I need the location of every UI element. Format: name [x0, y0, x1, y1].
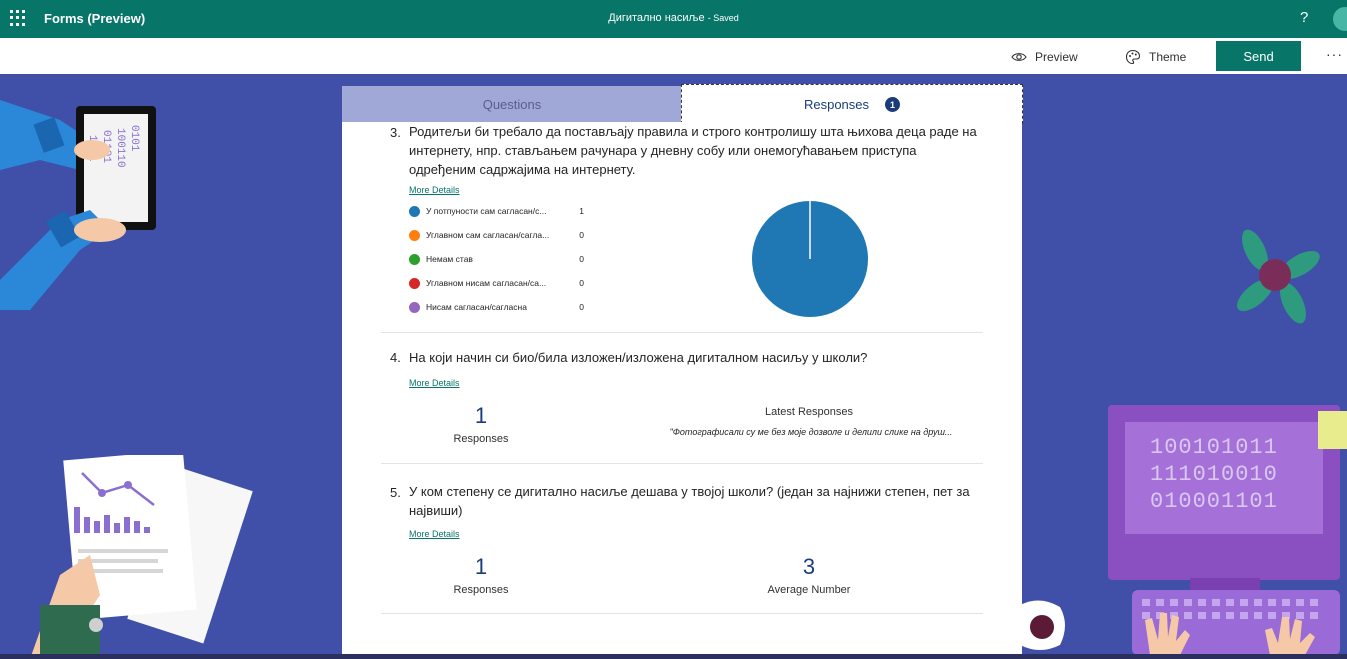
question-card: 3. Родитељи би требало да постављају пра… [381, 122, 983, 333]
theme-label: Theme [1149, 50, 1187, 64]
latest-responses-title: Latest Responses [764, 406, 854, 418]
preview-label: Preview [1035, 50, 1078, 64]
legend-item: Углавном сам сагласан/сагла... 0 [409, 228, 584, 242]
average-label: Average Number [767, 584, 851, 596]
tab-responses[interactable]: Responses 1 [681, 84, 1023, 124]
document-title: Дигитално насиље - Saved [0, 12, 1347, 24]
responses-count: 1 [474, 554, 488, 579]
more-details-link[interactable]: More Details [409, 529, 460, 539]
send-button[interactable]: Send [1216, 41, 1301, 71]
legend-color-dot [409, 301, 420, 313]
form-name: Дигитално насиље [608, 12, 705, 24]
svg-text:0101: 0101 [128, 125, 140, 152]
legend-item: Немам став 0 [409, 252, 584, 266]
legend-count: 1 [579, 206, 584, 216]
legend-item: Углавном нисам сагласан/са... 0 [409, 276, 584, 290]
question-card: 5. У ком степену се дигитално насиље деш… [381, 464, 983, 614]
monitor-illustration: 100101011 111010010 010001101 [1108, 405, 1347, 580]
legend-count: 0 [579, 230, 584, 240]
bottom-strip [0, 654, 1347, 659]
avatar[interactable] [1333, 7, 1347, 31]
tab-questions[interactable]: Questions [342, 86, 682, 122]
help-button[interactable]: ? [1300, 9, 1308, 26]
legend-count: 0 [579, 254, 584, 264]
question-number: 3. [390, 125, 401, 140]
question-number: 5. [390, 485, 401, 500]
theme-button[interactable]: Theme [1125, 49, 1186, 65]
plant-illustration [1236, 229, 1320, 324]
legend-label: У потпуности сам сагласан/с... [426, 206, 547, 216]
legend-item: У потпуности сам сагласан/с... 1 [409, 204, 584, 218]
report-papers-illustration [30, 455, 253, 659]
legend-item: Нисам сагласан/сагласна 0 [409, 300, 584, 314]
binary-line: 010001101 [1150, 489, 1278, 514]
question-number: 4. [390, 350, 401, 365]
latest-response-text: "Фотографисали су ме без моје дозволе и … [669, 427, 953, 437]
more-details-link[interactable]: More Details [409, 378, 460, 388]
legend-color-dot [409, 205, 420, 217]
responses-label: Responses [453, 433, 509, 445]
top-bar: Forms (Preview) Дигитално насиље - Saved… [0, 0, 1347, 38]
palette-icon [1125, 49, 1141, 65]
more-details-link[interactable]: More Details [409, 185, 460, 195]
legend-label: Немам став [426, 254, 473, 264]
legend-count: 0 [579, 302, 584, 312]
question-card: 4. На који начин си био/била изложен/изл… [381, 333, 983, 464]
responses-label: Responses [453, 584, 509, 596]
preview-button[interactable]: Preview [1011, 49, 1078, 65]
legend-label: Углавном нисам сагласан/са... [426, 278, 547, 288]
legend-label: Нисам сагласан/сагласна [426, 302, 527, 312]
responses-panel: 3. Родитељи би требало да постављају пра… [342, 122, 1022, 659]
binary-line: 111010010 [1150, 462, 1278, 487]
tab-responses-label: Responses [803, 97, 870, 112]
binary-line: 100101011 [1150, 435, 1278, 460]
svg-text:100110: 100110 [114, 128, 126, 168]
monitor-screen: 100101011 111010010 010001101 [1125, 422, 1323, 534]
tablet-hands-illustration: 1001 01101 100110 0101 [0, 100, 156, 310]
question-text: У ком степену се дигитално насиље дешава… [409, 484, 970, 518]
legend-label: Углавном сам сагласан/сагла... [426, 230, 550, 240]
eye-icon [1011, 53, 1027, 61]
legend-count: 0 [579, 278, 584, 288]
keyboard-illustration [1020, 590, 1340, 655]
responses-count: 1 [474, 403, 488, 428]
question-text: На који начин си био/била изложен/изложе… [409, 350, 868, 365]
responses-count-badge: 1 [885, 97, 901, 112]
question-text: Родитељи би требало да постављају правил… [409, 124, 977, 177]
average-value: 3 [802, 554, 816, 579]
command-bar: Preview Theme Send ··· [0, 38, 1347, 74]
pie-chart [752, 200, 868, 317]
sticky-note [1318, 411, 1347, 449]
saved-status: - Saved [707, 13, 739, 23]
more-options-button[interactable]: ··· [1326, 46, 1343, 62]
legend-color-dot [409, 253, 420, 265]
legend-color-dot [409, 229, 420, 241]
legend-color-dot [409, 277, 420, 289]
